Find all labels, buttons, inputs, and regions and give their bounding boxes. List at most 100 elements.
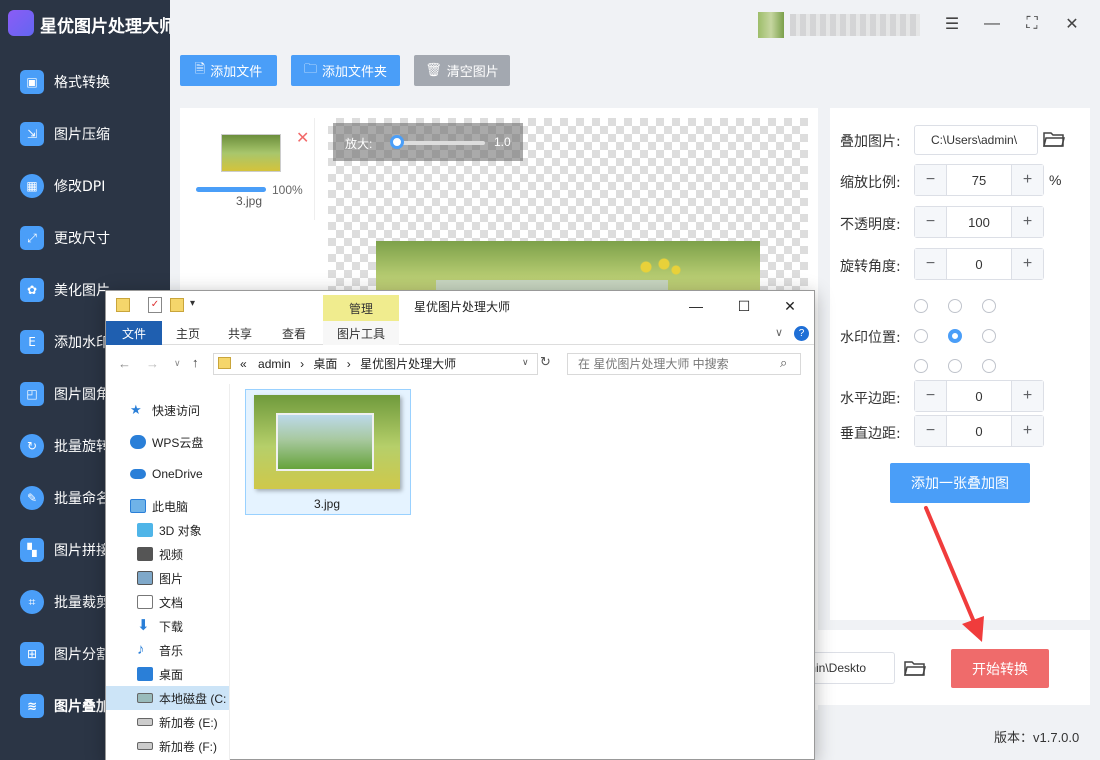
- start-convert-button[interactable]: 开始转换: [951, 649, 1049, 688]
- tab-picture-tools[interactable]: 图片工具: [323, 321, 399, 345]
- maximize-button[interactable]: ⛶: [1020, 12, 1044, 36]
- position-bottom-left-radio[interactable]: [914, 359, 928, 373]
- position-bottom-center-radio[interactable]: [948, 359, 962, 373]
- scale-value[interactable]: 75: [947, 165, 1011, 195]
- nav-volume-f[interactable]: 新加卷 (F:): [137, 736, 217, 756]
- tab-share[interactable]: 共享: [218, 321, 262, 345]
- opacity-value[interactable]: 100: [947, 207, 1011, 237]
- open-folder-icon[interactable]: [1043, 130, 1065, 148]
- zoom-slider-track[interactable]: [390, 141, 485, 145]
- breadcrumb-admin[interactable]: admin: [258, 357, 291, 371]
- file-icon: 🗎: [194, 61, 206, 77]
- nav-downloads[interactable]: ⬇ 下载: [137, 616, 183, 636]
- avatar[interactable]: [758, 12, 784, 38]
- sidebar-item-compress[interactable]: ⇲ 图片压缩: [0, 108, 170, 160]
- address-input[interactable]: « admin › 桌面 › 星优图片处理大师: [213, 353, 538, 375]
- position-middle-left-radio[interactable]: [914, 329, 928, 343]
- position-middle-center-radio[interactable]: [948, 329, 962, 343]
- sidebar-item-label: 批量旋转: [54, 439, 110, 455]
- h-margin-decrement-button[interactable]: −: [915, 381, 947, 411]
- h-margin-value[interactable]: 0: [947, 381, 1011, 411]
- position-bottom-right-radio[interactable]: [982, 359, 996, 373]
- nav-wps-cloud[interactable]: WPS云盘: [130, 432, 203, 452]
- add-file-button[interactable]: 🗎 添加文件: [180, 55, 277, 86]
- h-margin-stepper[interactable]: −0 +: [914, 380, 1044, 412]
- nav-label: OneDrive: [152, 467, 203, 481]
- v-margin-increment-button[interactable]: +: [1011, 416, 1043, 446]
- help-icon[interactable]: ?: [794, 326, 809, 341]
- position-top-center-radio[interactable]: [948, 299, 962, 313]
- nav-desktop[interactable]: 桌面: [137, 664, 183, 684]
- breadcrumb-separator: ›: [300, 357, 305, 371]
- scale-decrement-button[interactable]: −: [915, 165, 947, 195]
- add-overlay-button[interactable]: 添加一张叠加图: [890, 463, 1030, 503]
- tab-view[interactable]: 查看: [272, 321, 316, 345]
- ribbon-expand-icon[interactable]: ∨: [775, 326, 783, 339]
- explorer-maximize-button[interactable]: ☐: [734, 296, 754, 316]
- output-folder-icon[interactable]: [904, 659, 926, 677]
- sidebar-item-resize[interactable]: ⤢ 更改尺寸: [0, 212, 170, 264]
- sidebar-item-format-convert[interactable]: ▣ 格式转换: [0, 56, 170, 108]
- up-arrow-icon[interactable]: ↑: [192, 355, 199, 370]
- ribbon-manage-tab[interactable]: 管理: [323, 295, 399, 321]
- app-logo-icon: [8, 10, 34, 36]
- quick-access-dropdown-icon[interactable]: ▾: [190, 298, 195, 309]
- minimize-button[interactable]: —: [980, 12, 1004, 36]
- address-dropdown-icon[interactable]: ∨: [522, 357, 529, 368]
- explorer-close-button[interactable]: ✕: [780, 296, 800, 316]
- desktop-icon: [137, 667, 153, 681]
- explorer-file-thumbnail-inner: [276, 413, 374, 471]
- properties-icon[interactable]: ✓: [148, 297, 162, 313]
- remove-file-icon[interactable]: ✕: [296, 128, 309, 148]
- sidebar-item-dpi[interactable]: ▦ 修改DPI: [0, 160, 170, 212]
- rotation-stepper[interactable]: −0 +: [914, 248, 1044, 280]
- clear-images-button[interactable]: 🗑 清空图片: [414, 55, 510, 86]
- nav-local-disk-c[interactable]: 本地磁盘 (C:: [137, 688, 226, 708]
- h-margin-increment-button[interactable]: +: [1011, 381, 1043, 411]
- scale-stepper[interactable]: −75 +: [914, 164, 1044, 196]
- split-icon: ⊞: [20, 642, 44, 666]
- position-top-left-radio[interactable]: [914, 299, 928, 313]
- add-folder-button[interactable]: 🗀 添加文件夹: [291, 55, 400, 86]
- explorer-minimize-button[interactable]: —: [686, 296, 706, 316]
- breadcrumb-desktop[interactable]: 桌面: [313, 357, 337, 371]
- nav-onedrive[interactable]: OneDrive: [130, 464, 203, 484]
- breadcrumb-app-folder[interactable]: 星优图片处理大师: [360, 357, 456, 371]
- recent-dropdown-icon[interactable]: ∨: [174, 358, 181, 369]
- v-margin-stepper[interactable]: −0 +: [914, 415, 1044, 447]
- zoom-value: 1.0: [494, 135, 511, 149]
- rotation-decrement-button[interactable]: −: [915, 249, 947, 279]
- nav-documents[interactable]: 文档: [137, 592, 183, 612]
- v-margin-decrement-button[interactable]: −: [915, 416, 947, 446]
- nav-3d-objects[interactable]: 3D 对象: [137, 520, 202, 540]
- nav-music[interactable]: ♪ 音乐: [137, 640, 183, 660]
- scale-increment-button[interactable]: +: [1011, 165, 1043, 195]
- forward-arrow-icon[interactable]: →: [146, 356, 159, 371]
- opacity-stepper[interactable]: −100 +: [914, 206, 1044, 238]
- zoom-slider-handle[interactable]: [390, 135, 404, 149]
- v-margin-value[interactable]: 0: [947, 416, 1011, 446]
- close-button[interactable]: ✕: [1060, 12, 1084, 36]
- nav-quick-access[interactable]: ★ 快速访问: [130, 400, 200, 420]
- nav-this-pc[interactable]: 此电脑: [130, 496, 188, 516]
- explorer-search-input[interactable]: 在 星优图片处理大师 中搜索: [567, 353, 801, 375]
- position-middle-right-radio[interactable]: [982, 329, 996, 343]
- opacity-increment-button[interactable]: +: [1011, 207, 1043, 237]
- back-arrow-icon[interactable]: ←: [118, 356, 131, 371]
- nav-videos[interactable]: 视频: [137, 544, 183, 564]
- tab-home[interactable]: 主页: [166, 321, 210, 345]
- dpi-icon: ▦: [20, 174, 44, 198]
- nav-volume-e[interactable]: 新加卷 (E:): [137, 712, 218, 732]
- nav-label: 新加卷 (F:): [159, 739, 217, 754]
- tab-file[interactable]: 文件: [106, 321, 162, 345]
- new-folder-icon[interactable]: [170, 298, 184, 312]
- nav-pictures[interactable]: 图片: [137, 568, 183, 588]
- resize-icon: ⤢: [20, 226, 44, 250]
- position-top-right-radio[interactable]: [982, 299, 996, 313]
- opacity-decrement-button[interactable]: −: [915, 207, 947, 237]
- overlay-image-path-input[interactable]: C:\Users\admin\: [914, 125, 1038, 155]
- settings-icon[interactable]: ☰: [940, 12, 964, 36]
- rotation-increment-button[interactable]: +: [1011, 249, 1043, 279]
- rotation-value[interactable]: 0: [947, 249, 1011, 279]
- refresh-icon[interactable]: ↻: [540, 354, 551, 370]
